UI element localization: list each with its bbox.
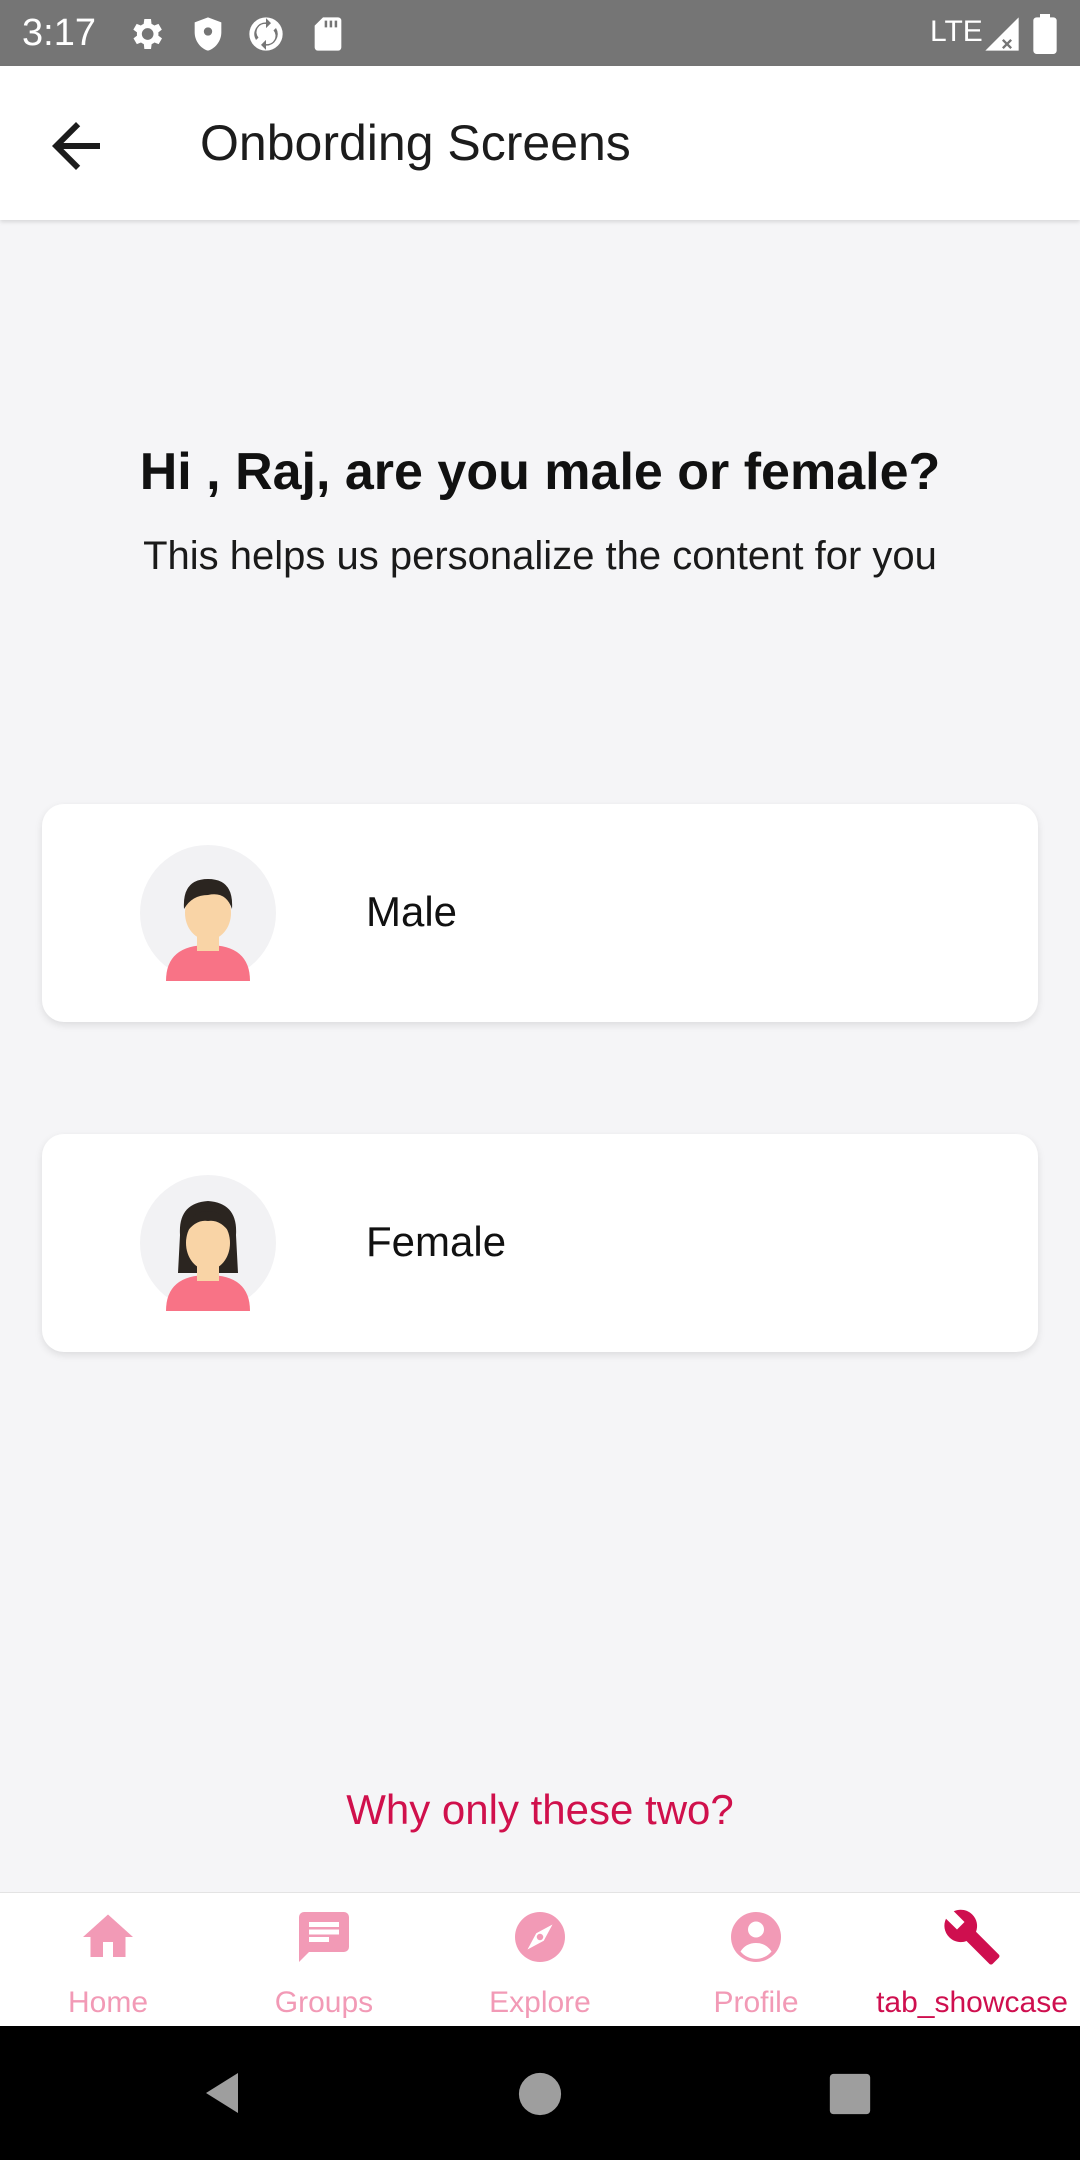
status-bar: 3:17 LTE [0, 0, 1080, 66]
tab-groups-label: Groups [274, 1986, 374, 2019]
back-triangle-icon[interactable] [200, 2068, 248, 2118]
battery-icon [1033, 14, 1057, 54]
chat-icon [299, 1912, 349, 1962]
tab-explore[interactable]: Explore [432, 1893, 648, 2027]
female-option-label: Female [366, 1218, 507, 1265]
sd-card-icon [314, 17, 342, 51]
female-avatar-icon [140, 1175, 276, 1311]
system-navigation-bar [0, 2026, 1080, 2160]
network-type: LTE [930, 15, 983, 48]
back-arrow-icon[interactable] [40, 110, 112, 182]
tab-groups[interactable]: Groups [216, 1893, 432, 2027]
account-icon [731, 1912, 781, 1962]
compass-icon [515, 1912, 565, 1962]
tab-profile-label: Profile [713, 1986, 799, 2019]
settings-icon [133, 19, 162, 49]
signal-icon [985, 17, 1019, 51]
tab-explore-label: Explore [489, 1986, 591, 2019]
page-title: Onbording Screens [200, 115, 631, 171]
why-only-two-link[interactable]: Why only these two? [0, 1780, 1080, 1840]
tab-home[interactable]: Home [0, 1893, 216, 2027]
female-option-card[interactable]: Female [42, 1134, 1038, 1352]
app-bar: Onbording Screens [0, 66, 1080, 220]
tab-home-label: Home [67, 1986, 149, 2019]
home-icon [83, 1914, 133, 1957]
question-heading: Hi , Raj, are you male or female? [139, 443, 941, 501]
wrench-icon [944, 1909, 1000, 1965]
male-option-label: Male [366, 888, 458, 935]
male-avatar-icon [140, 845, 276, 981]
tab-showcase[interactable]: tab_showcase [864, 1893, 1080, 2027]
status-time: 3:17 [22, 12, 96, 54]
question-subtitle: This helps us personalize the content fo… [143, 534, 937, 578]
bottom-navigation: Home Groups Explore Profile tab_showcase [0, 1892, 1080, 2027]
male-option-card[interactable]: Male [42, 804, 1038, 1022]
shield-icon [194, 17, 222, 51]
home-circle-icon[interactable] [517, 2071, 563, 2117]
tab-showcase-label: tab_showcase [876, 1986, 1068, 2019]
sync-icon [249, 17, 283, 51]
tab-profile[interactable]: Profile [648, 1893, 864, 2027]
recents-square-icon[interactable] [828, 2072, 872, 2116]
